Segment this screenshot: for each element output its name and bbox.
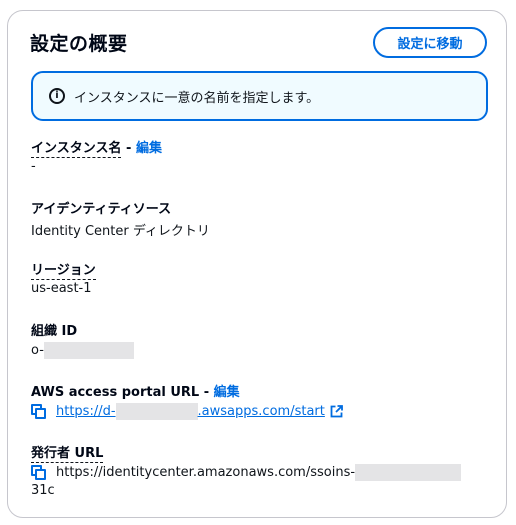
access-portal-url-suffix: .awsapps.com/start: [197, 404, 325, 419]
org-id-prefix: o-: [31, 343, 44, 358]
org-id-value: o-: [31, 342, 134, 359]
settings-summary-card: 設定の概要 設定に移動 i インスタンスに一意の名前を指定します。 インスタンス…: [7, 10, 507, 518]
access-portal-url-link[interactable]: https://d- .awsapps.com/start: [56, 403, 325, 420]
go-to-settings-button[interactable]: 設定に移動: [373, 27, 487, 58]
issuer-url-prefix: https://identitycenter.amazonaws.com/sso…: [56, 465, 356, 480]
field-access-portal: AWS access portal URL - 編集 https://d- .aw…: [31, 381, 343, 420]
access-portal-separator: -: [199, 385, 214, 400]
issuer-url-suffix: 31c: [31, 483, 55, 498]
instance-name-value: -: [31, 159, 36, 174]
copy-icon[interactable]: [31, 403, 47, 420]
field-instance-name: インスタンス名 - 編集 -: [31, 137, 162, 174]
external-link-icon[interactable]: [330, 405, 343, 418]
copy-icon[interactable]: [31, 464, 47, 481]
org-id-label: 組織 ID: [31, 324, 78, 339]
region-value: us-east-1: [31, 281, 92, 296]
redacted-issuer-id: [355, 464, 462, 481]
field-org-id: 組織 ID o-: [31, 320, 134, 359]
info-alert: i インスタンスに一意の名前を指定します。: [31, 71, 488, 121]
card-title: 設定の概要: [30, 33, 128, 55]
field-issuer-url: 発行者 URL https://identitycenter.amazonaws…: [31, 442, 462, 498]
instance-name-separator: -: [121, 141, 136, 156]
region-label[interactable]: リージョン: [31, 263, 96, 280]
identity-source-label: アイデンティティソース: [31, 202, 172, 217]
access-portal-url-prefix: https://d-: [56, 404, 116, 419]
access-portal-edit-link[interactable]: 編集: [214, 385, 240, 400]
redacted-portal-id: [115, 403, 198, 420]
field-identity-source: アイデンティティソース Identity Center ディレクトリ: [31, 198, 210, 239]
instance-name-edit-link[interactable]: 編集: [136, 141, 162, 156]
issuer-url-label[interactable]: 発行者 URL: [31, 446, 104, 463]
redacted-org-id: [43, 342, 134, 359]
info-icon: i: [49, 88, 65, 104]
field-region: リージョン us-east-1: [31, 259, 96, 296]
alert-text: インスタンスに一意の名前を指定します。: [74, 90, 320, 106]
instance-name-label[interactable]: インスタンス名: [31, 141, 122, 158]
identity-source-value: Identity Center ディレクトリ: [31, 224, 210, 239]
access-portal-label: AWS access portal URL: [31, 385, 200, 400]
